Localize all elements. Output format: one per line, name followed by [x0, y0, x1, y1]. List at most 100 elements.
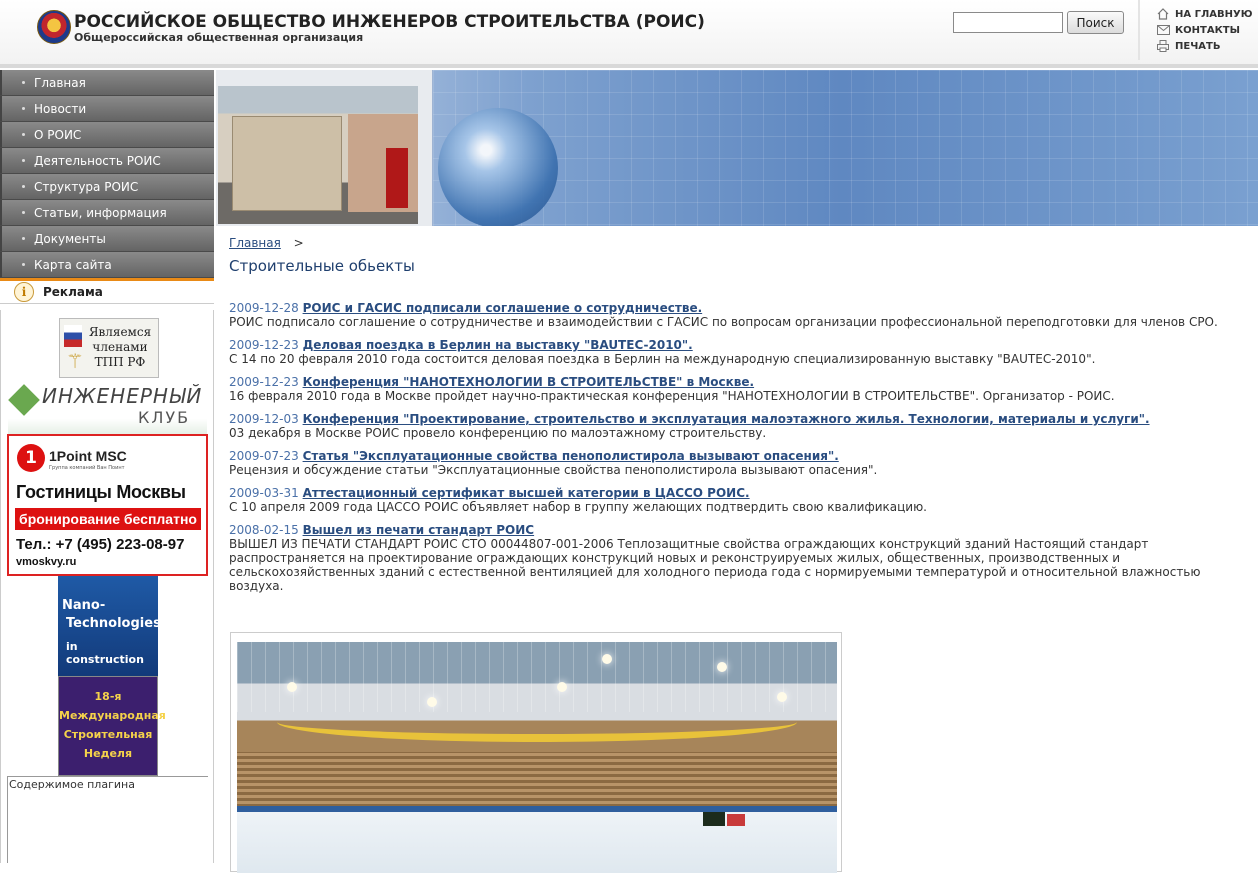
news-description: Рецензия и обсуждение статьи "Эксплуатац… [229, 463, 878, 477]
news-item: 2008-02-15 Вышел из печати стандарт РОИС… [229, 523, 1249, 593]
ice-arena-photo [237, 642, 837, 873]
building-photo-frame [216, 70, 433, 226]
ads-box: ⚚ Являемся членами ТПП РФ ИНЖЕНЕРНЫЙ КЛУ… [0, 310, 214, 863]
news-title-link[interactable]: Конференция "НАНОТЕХНОЛОГИИ В СТРОИТЕЛЬС… [303, 375, 755, 389]
globe-image [438, 108, 558, 226]
news-title-link[interactable]: Деловая поездка в Берлин на выставку "BA… [303, 338, 693, 352]
light-icon [287, 682, 297, 692]
contacts-link[interactable]: КОНТАКТЫ [1155, 22, 1252, 38]
header-banner [216, 70, 1258, 226]
menu-item-documents[interactable]: Документы [0, 226, 214, 252]
menu-item-label: Новости [34, 101, 87, 116]
light-icon [717, 662, 727, 672]
header-divider [1138, 0, 1140, 60]
menu-item-structure[interactable]: Структура РОИС [0, 174, 214, 200]
news-title-link[interactable]: Вышел из печати стандарт РОИС [303, 523, 535, 537]
home-link-label: НА ГЛАВНУЮ [1175, 8, 1253, 20]
building-photo [218, 86, 418, 224]
bullet-icon [22, 237, 25, 240]
header-underline [0, 64, 1258, 68]
bullet-icon [22, 107, 25, 110]
ad-nano-line2: Technologies [66, 616, 161, 631]
onepoint-logo-icon: 1 [17, 444, 45, 472]
news-title-link[interactable]: Конференция "Проектирование, строительст… [303, 412, 1150, 426]
menu-item-sitemap[interactable]: Карта сайта [0, 252, 214, 278]
light-icon [602, 654, 612, 664]
light-icon [777, 692, 787, 702]
ad-hotel-offer: бронирование бесплатно [15, 508, 201, 530]
news-description: РОИС подписало соглашение о сотрудничест… [229, 315, 1218, 329]
news-date: 2008-02-15 [229, 523, 299, 537]
ad-club-title: ИНЖЕНЕРНЫЙ [42, 384, 203, 408]
mail-icon [1155, 24, 1171, 36]
news-date: 2009-12-23 [229, 375, 299, 389]
ad-engineering-club-banner[interactable]: ИНЖЕНЕРНЫЙ КЛУБ [8, 382, 207, 434]
news-date: 2009-03-31 [229, 486, 299, 500]
menu-item-label: Статьи, информация [34, 205, 167, 220]
ad-nanotech-banner[interactable]: Nano- Technologies in construction [58, 576, 161, 676]
display-image [727, 814, 745, 826]
menu-item-label: Главная [34, 75, 86, 90]
ad-construction-week-banner[interactable]: 18-я Международная Строительная Неделя [58, 676, 166, 776]
menu-item-label: Деятельность РОИС [34, 153, 161, 168]
menu-item-news[interactable]: Новости [0, 96, 214, 122]
page-title: Строительные обьекты [229, 257, 415, 275]
news-item: 2009-12-28 РОИС и ГАСИС подписали соглаш… [229, 301, 1249, 329]
home-link[interactable]: НА ГЛАВНУЮ [1155, 6, 1252, 22]
top-links: НА ГЛАВНУЮ КОНТАКТЫ ПЕЧАТЬ [1155, 6, 1252, 54]
site-subtitle: Общероссийская общественная организация [74, 31, 364, 44]
club-logo-icon [8, 384, 40, 416]
print-link-label: ПЕЧАТЬ [1175, 40, 1221, 52]
bullet-icon [22, 81, 25, 84]
bullet-icon [22, 263, 25, 266]
ad-nano-line1: Nano- [62, 598, 106, 613]
search-input[interactable] [953, 12, 1063, 33]
news-title-link[interactable]: Статья "Эксплуатационные свойства пенопо… [303, 449, 839, 463]
arena-duct [277, 702, 797, 742]
menu-item-label: Карта сайта [34, 257, 112, 272]
breadcrumb-home-link[interactable]: Главная [229, 236, 281, 250]
site-header: РОССИЙСКОЕ ОБЩЕСТВО ИНЖЕНЕРОВ СТРОИТЕЛЬС… [0, 0, 1258, 66]
menu-item-activity[interactable]: Деятельность РОИС [0, 148, 214, 174]
news-title-link[interactable]: Аттестационный сертификат высшей категор… [303, 486, 750, 500]
print-link[interactable]: ПЕЧАТЬ [1155, 38, 1252, 54]
menu-item-articles[interactable]: Статьи, информация [0, 200, 214, 226]
ads-title: Реклама [43, 285, 103, 299]
news-date: 2009-12-28 [229, 301, 299, 315]
light-icon [557, 682, 567, 692]
plugin-text: Содержимое плагина [9, 778, 135, 791]
menu-item-home[interactable]: Главная [0, 70, 214, 96]
info-icon: i [14, 282, 34, 302]
ad-hotel-phone: Тел.: +7 (495) 223-08-97 [16, 536, 185, 553]
arena-ice [237, 812, 837, 873]
ad-hotels-banner[interactable]: 1 1Point MSC Группа компаний Ван Поинт Г… [7, 434, 208, 576]
news-item: 2009-07-23 Статья "Эксплуатационные свой… [229, 449, 1249, 477]
news-description: 16 февраля 2010 года в Москве пройдет на… [229, 389, 1115, 403]
bullet-icon [22, 159, 25, 162]
news-date: 2009-12-23 [229, 338, 299, 352]
news-item: 2009-12-23 Конференция "НАНОТЕХНОЛОГИИ В… [229, 375, 1249, 403]
search-button[interactable]: Поиск [1067, 11, 1124, 34]
ad-tpp-banner[interactable]: ⚚ Являемся членами ТПП РФ [59, 318, 159, 378]
logo-emblem[interactable] [37, 10, 71, 44]
banner-grid [433, 70, 1258, 226]
contacts-link-label: КОНТАКТЫ [1175, 24, 1240, 36]
scoreboard-image [703, 812, 725, 826]
news-list: 2009-12-28 РОИС и ГАСИС подписали соглаш… [229, 301, 1249, 602]
news-item: 2009-03-31 Аттестационный сертификат выс… [229, 486, 1249, 514]
russia-flag-icon [64, 325, 82, 347]
sign-image [386, 148, 408, 208]
menu-item-about[interactable]: О РОИС [0, 122, 214, 148]
sidebar: Главная Новости О РОИС Деятельность РОИС… [0, 70, 214, 863]
ads-header: i Реклама [0, 278, 214, 304]
ad-hotel-title: Гостиницы Москвы [16, 482, 186, 502]
home-icon [1155, 8, 1171, 20]
plugin-area: Содержимое плагина [7, 776, 208, 863]
ad-nano-line3: in construction [66, 640, 144, 666]
news-title-link[interactable]: РОИС и ГАСИС подписали соглашение о сотр… [303, 301, 703, 315]
bullet-icon [22, 211, 25, 214]
news-description: 03 декабря в Москве РОИС провело конфере… [229, 426, 767, 440]
news-description: ВЫШЕЛ ИЗ ПЕЧАТИ СТАНДАРТ РОИС СТО 000448… [229, 537, 1201, 593]
bullet-icon [22, 133, 25, 136]
ad-hotel-brand-sub: Группа компаний Ван Поинт [49, 465, 125, 471]
